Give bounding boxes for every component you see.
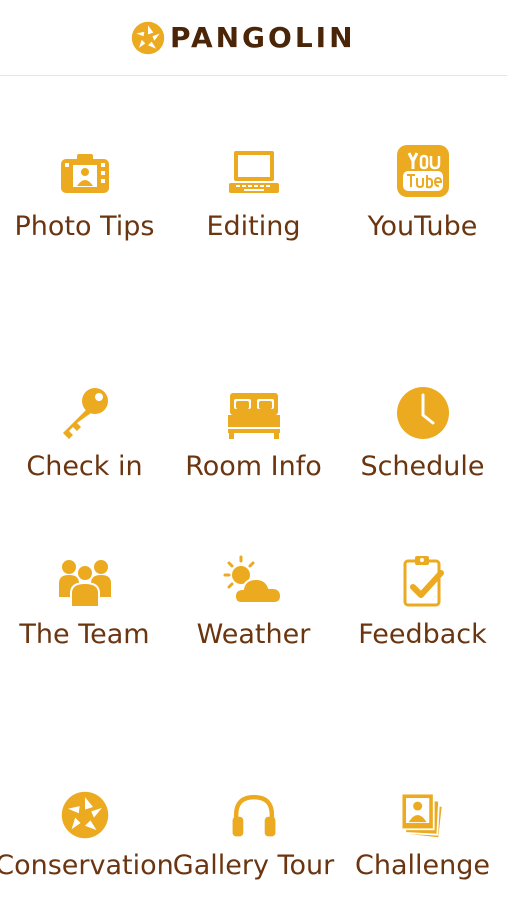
youtube-icon [396, 145, 449, 197]
tile-weather[interactable]: Weather [169, 553, 338, 651]
tile-label: Schedule [360, 451, 485, 482]
tile-editing[interactable]: Editing [169, 145, 338, 243]
weather-icon [223, 555, 282, 604]
clock-icon [396, 387, 449, 439]
tile-feedback[interactable]: Feedback [338, 553, 507, 651]
tile-label: Weather [196, 619, 311, 650]
bed-icon [227, 393, 280, 439]
tile-label: YouTube [367, 211, 478, 242]
app-header: PANGOLIN [0, 0, 507, 76]
key-icon [62, 388, 108, 439]
tile-youtube[interactable]: YouTube [338, 145, 507, 243]
tile-label: The Team [19, 619, 150, 650]
tile-the-team[interactable]: The Team [0, 553, 169, 651]
aperture-logo-icon [131, 21, 165, 55]
logo[interactable]: PANGOLIN [130, 18, 356, 58]
tile-photo-tips[interactable]: Photo Tips [0, 145, 169, 243]
headphones-icon [232, 794, 275, 837]
clipboard-check-icon [403, 556, 444, 607]
aperture-icon [61, 791, 108, 839]
logo-text: PANGOLIN [170, 21, 356, 54]
tile-room-info[interactable]: Room Info [169, 385, 338, 483]
tile-gallery-tour[interactable]: Gallery Tour [169, 790, 338, 882]
laptop-icon [228, 151, 279, 193]
tile-label: Room Info [185, 451, 322, 482]
tile-label: Feedback [358, 619, 487, 650]
tile-schedule[interactable]: Schedule [338, 385, 507, 483]
tile-label: Conservation [0, 850, 174, 881]
tile-challenge[interactable]: Challenge [338, 790, 507, 882]
team-icon [58, 560, 111, 608]
tile-label: Challenge [355, 850, 490, 881]
tile-check-in[interactable]: Check in [0, 385, 169, 483]
photos-stack-icon [400, 792, 444, 840]
tile-label: Editing [206, 211, 301, 242]
tile-conservation[interactable]: Conservation [0, 790, 174, 882]
tile-label: Photo Tips [14, 211, 155, 242]
tile-label: Gallery Tour [172, 850, 335, 881]
tile-label: Check in [26, 451, 143, 482]
photo-tips-icon [60, 154, 109, 193]
